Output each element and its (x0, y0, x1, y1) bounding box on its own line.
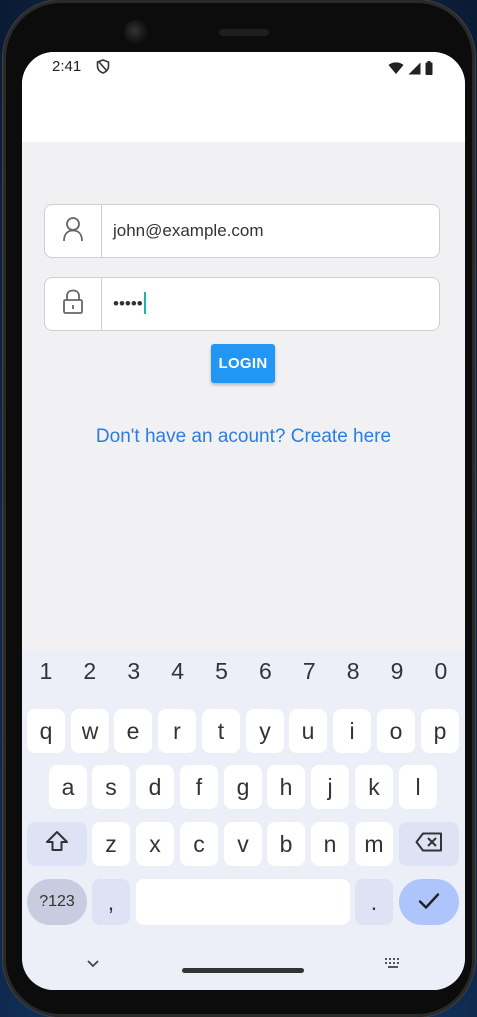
navigation-bar (22, 942, 465, 990)
create-account-link[interactable]: Don't have an acount? Create here (22, 426, 465, 448)
key-8[interactable]: 8 (333, 658, 373, 685)
screen: 2:41 john@example.com ••••• LOGIN Don't … (22, 52, 465, 990)
period-key[interactable]: . (355, 879, 393, 925)
front-camera (124, 20, 148, 44)
home-indicator[interactable] (182, 968, 304, 973)
key-l[interactable]: l (399, 765, 437, 809)
key-x[interactable]: x (136, 822, 174, 866)
key-v[interactable]: v (224, 822, 262, 866)
keyboard-icon[interactable] (384, 954, 402, 973)
key-9[interactable]: 9 (377, 658, 417, 685)
backspace-icon (415, 831, 443, 858)
key-f[interactable]: f (180, 765, 218, 809)
key-3[interactable]: 3 (114, 658, 154, 685)
key-p[interactable]: p (421, 709, 459, 753)
backspace-key[interactable] (399, 822, 459, 866)
symbols-key[interactable]: ?123 (27, 879, 87, 925)
key-q[interactable]: q (27, 709, 65, 753)
key-z[interactable]: z (92, 822, 130, 866)
email-field[interactable]: john@example.com (44, 204, 440, 258)
key-a[interactable]: a (49, 765, 87, 809)
password-icon-box (45, 278, 102, 330)
key-c[interactable]: c (180, 822, 218, 866)
text-caret (143, 292, 146, 315)
status-icons (388, 60, 433, 79)
key-b[interactable]: b (267, 822, 305, 866)
key-j[interactable]: j (311, 765, 349, 809)
comma-key[interactable]: , (92, 879, 130, 925)
number-row: 1 2 3 4 5 6 7 8 9 0 (22, 658, 465, 685)
key-0[interactable]: 0 (421, 658, 461, 685)
signal-icon (408, 60, 421, 79)
earpiece-speaker (219, 29, 269, 36)
key-n[interactable]: n (311, 822, 349, 866)
user-icon (62, 216, 84, 246)
login-button[interactable]: LOGIN (211, 344, 275, 383)
key-6[interactable]: 6 (245, 658, 285, 685)
key-s[interactable]: s (92, 765, 130, 809)
done-key[interactable] (399, 879, 459, 925)
key-d[interactable]: d (136, 765, 174, 809)
status-bar: 2:41 (22, 52, 465, 142)
key-w[interactable]: w (71, 709, 109, 753)
key-t[interactable]: t (202, 709, 240, 753)
wifi-icon (388, 60, 404, 79)
shift-icon (45, 830, 69, 858)
key-r[interactable]: r (158, 709, 196, 753)
key-i[interactable]: i (333, 709, 371, 753)
key-k[interactable]: k (355, 765, 393, 809)
shield-icon (96, 59, 110, 78)
battery-icon (425, 60, 433, 79)
key-5[interactable]: 5 (202, 658, 242, 685)
key-1[interactable]: 1 (26, 658, 66, 685)
lock-icon (63, 289, 83, 319)
key-m[interactable]: m (355, 822, 393, 866)
key-g[interactable]: g (224, 765, 262, 809)
status-time: 2:41 (52, 58, 82, 75)
phone-frame: 2:41 john@example.com ••••• LOGIN Don't … (3, 0, 475, 1017)
key-h[interactable]: h (267, 765, 305, 809)
space-key[interactable] (136, 879, 350, 925)
key-7[interactable]: 7 (289, 658, 329, 685)
email-icon-box (45, 205, 102, 257)
key-2[interactable]: 2 (70, 658, 110, 685)
email-input[interactable]: john@example.com (113, 221, 264, 241)
key-4[interactable]: 4 (158, 658, 198, 685)
password-input[interactable]: ••••• (113, 292, 146, 315)
chevron-down-icon[interactable] (86, 954, 100, 973)
password-dots: ••••• (113, 294, 143, 313)
key-o[interactable]: o (377, 709, 415, 753)
password-field[interactable]: ••••• (44, 277, 440, 331)
key-e[interactable]: e (114, 709, 152, 753)
soft-keyboard: 1 2 3 4 5 6 7 8 9 0 q w e r t y u i o p … (22, 650, 465, 990)
check-icon (418, 889, 440, 916)
key-y[interactable]: y (246, 709, 284, 753)
key-u[interactable]: u (289, 709, 327, 753)
shift-key[interactable] (27, 822, 87, 866)
